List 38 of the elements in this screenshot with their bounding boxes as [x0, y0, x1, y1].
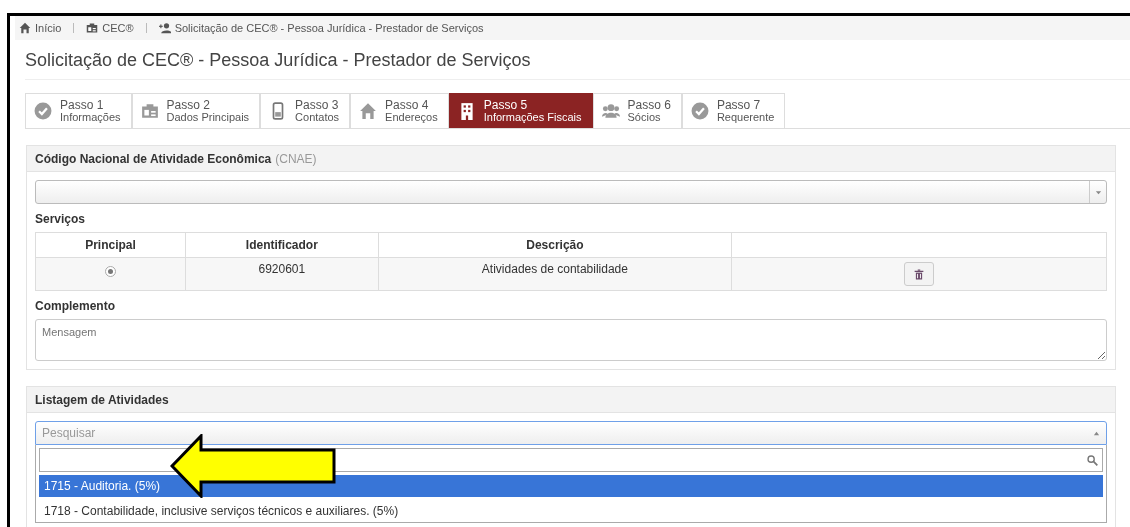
dropdown-option[interactable]: 1718 - Contabilidade, inclusive serviços técnicos e auxiliares. (5%) [39, 500, 1103, 522]
step-tab[interactable]: Passo 3 Contatos [260, 93, 351, 128]
table-cell: 6920601 [185, 257, 379, 291]
search-icon [1087, 454, 1098, 466]
step-tab[interactable]: Passo 6 Sócios [592, 93, 682, 128]
id-card-icon [86, 22, 99, 34]
step-tab[interactable]: Passo 1 Informações [25, 93, 132, 128]
breadcrumb-link[interactable]: CEC® [86, 22, 134, 34]
step-tab[interactable]: Passo 4 Endereços [350, 93, 449, 128]
caret-icon [1093, 429, 1100, 437]
id-card-icon [140, 102, 159, 120]
step-tab[interactable]: Passo 5 Informações Fiscais [448, 93, 593, 128]
home-icon [19, 22, 31, 34]
delete-button[interactable] [904, 262, 935, 286]
page-title: Solicitação de CEC® - Pessoa Jurídica - Prestador de Serviços [25, 50, 1130, 80]
message-field[interactable]: Mensagem [35, 319, 1107, 361]
panel-subtitle: (CNAE) [275, 151, 317, 166]
column-header: Principal [35, 232, 186, 258]
table-cell: Atividades de contabilidade [378, 257, 732, 291]
caret-icon [1094, 188, 1102, 196]
step-tab[interactable]: Passo 2 Dados Principais [131, 93, 261, 128]
user-add-icon [158, 22, 171, 34]
radio-button[interactable] [104, 266, 116, 277]
breadcrumb-link[interactable]: Início [19, 22, 62, 34]
section-label: Serviços [35, 212, 87, 226]
step-tab[interactable]: Passo 7 Requerente [681, 93, 786, 128]
trash-icon [914, 268, 925, 280]
field-label: Complemento [35, 299, 116, 313]
check-circle-icon [690, 102, 709, 120]
home-icon [359, 102, 378, 120]
check-circle-icon [34, 102, 52, 120]
breadcrumb-link[interactable]: Solicitação de CEC® - Pessoa Jurídica - Prestador de Serviços [158, 22, 484, 34]
column-header: Descrição [378, 232, 732, 258]
column-header: Identificador [185, 232, 379, 258]
panel-title: Código Nacional de Atividade Econômica [35, 151, 272, 166]
dropdown-option[interactable]: 1715 - Auditoria. (5%) [39, 475, 1103, 497]
panel-title: Listagem de Atividades [35, 392, 169, 407]
users-icon [601, 102, 620, 120]
